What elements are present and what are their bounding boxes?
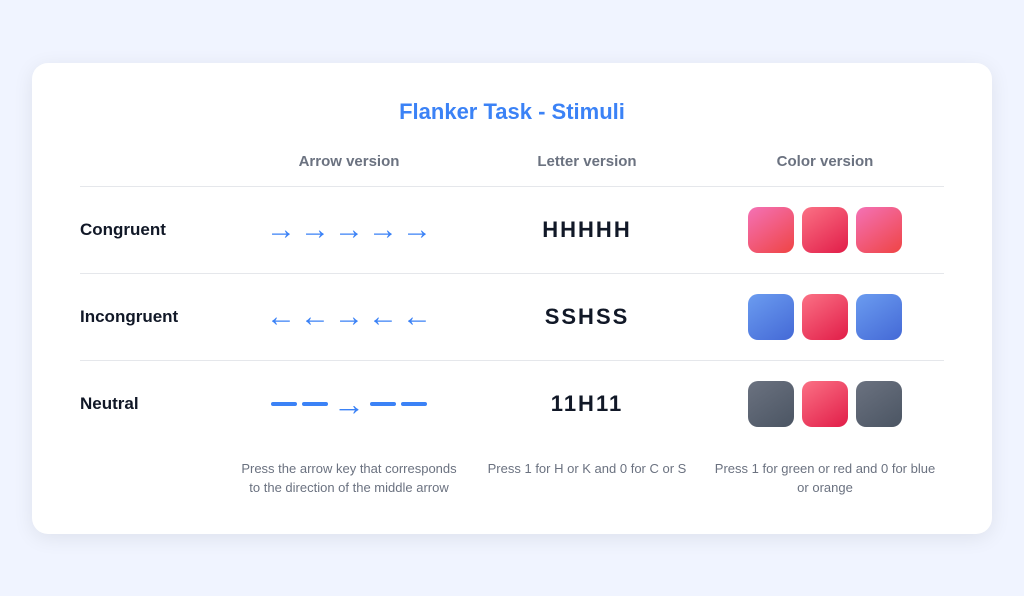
- incongruent-sq-2: [802, 294, 848, 340]
- congruent-label: Congruent: [80, 186, 230, 273]
- instruction-arrow: Press the arrow key that corresponds to …: [230, 447, 468, 502]
- neutral-dash-2: [302, 402, 328, 406]
- inc-arrow-1: ←: [266, 302, 296, 332]
- neutral-sq-2: [802, 381, 848, 427]
- neutral-dash-1: [271, 402, 297, 406]
- neutral-label: Neutral: [80, 360, 230, 447]
- instruction-letter: Press 1 for H or K and 0 for C or S: [468, 447, 706, 502]
- incongruent-letter-text: SSHSS: [545, 304, 630, 330]
- congruent-letter-text: HHHHH: [542, 217, 631, 243]
- neutral-colors: [706, 360, 944, 447]
- arrow-3: →: [334, 215, 364, 245]
- congruent-colors: [706, 186, 944, 273]
- neutral-arrows: →: [230, 360, 468, 447]
- incongruent-sq-3: [856, 294, 902, 340]
- neutral-center-arrow: →: [333, 388, 365, 420]
- neutral-sq-3: [856, 381, 902, 427]
- congruent-sq-2: [802, 207, 848, 253]
- arrow-4: →: [368, 215, 398, 245]
- instr-empty: [80, 447, 230, 502]
- arrow-1: →: [266, 215, 296, 245]
- page-title: Flanker Task - Stimuli: [80, 99, 944, 125]
- congruent-arrows: → → → → →: [230, 186, 468, 273]
- header-arrow: Arrow version: [230, 153, 468, 186]
- main-card: Flanker Task - Stimuli Arrow version Let…: [32, 63, 992, 534]
- neutral-letter-text: 11H11: [551, 391, 623, 417]
- incongruent-arrows: ← ← → ← ←: [230, 273, 468, 360]
- neutral-letters: 11H11: [468, 360, 706, 447]
- inc-arrow-5: ←: [402, 302, 432, 332]
- header-letter: Letter version: [468, 153, 706, 186]
- header-color: Color version: [706, 153, 944, 186]
- header-label: [80, 153, 230, 186]
- incongruent-letters: SSHSS: [468, 273, 706, 360]
- congruent-sq-1: [748, 207, 794, 253]
- arrow-2: →: [300, 215, 330, 245]
- stimuli-grid: Arrow version Letter version Color versi…: [80, 153, 944, 502]
- inc-arrow-4: ←: [368, 302, 398, 332]
- incongruent-label: Incongruent: [80, 273, 230, 360]
- inc-arrow-3: →: [334, 302, 364, 332]
- incongruent-colors: [706, 273, 944, 360]
- inc-arrow-2: ←: [300, 302, 330, 332]
- incongruent-sq-1: [748, 294, 794, 340]
- neutral-sq-1: [748, 381, 794, 427]
- instruction-color: Press 1 for green or red and 0 for blue …: [706, 447, 944, 502]
- congruent-letters: HHHHH: [468, 186, 706, 273]
- arrow-5: →: [402, 215, 432, 245]
- neutral-dash-3: [370, 402, 396, 406]
- neutral-dash-4: [401, 402, 427, 406]
- congruent-sq-3: [856, 207, 902, 253]
